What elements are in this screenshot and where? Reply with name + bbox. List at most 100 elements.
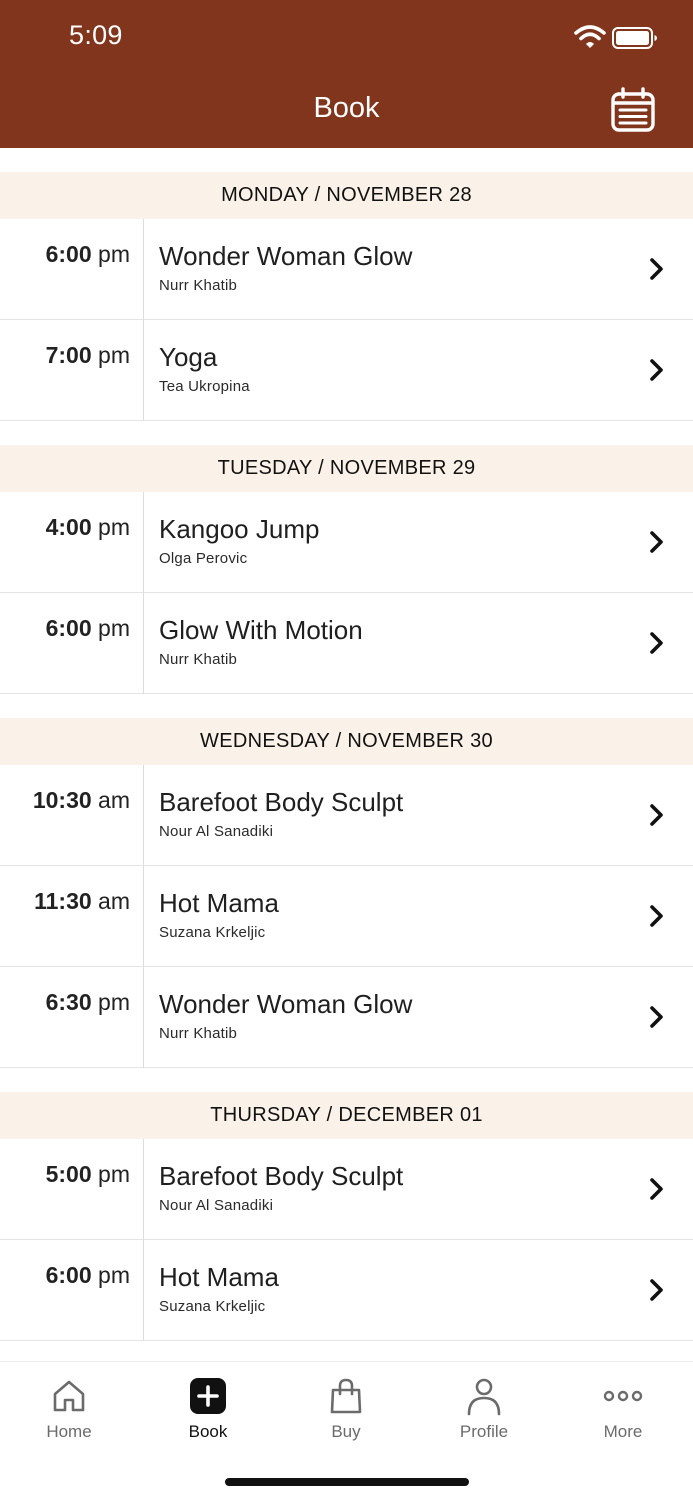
class-time-value: 11:30	[34, 888, 92, 914]
class-time-value: 6:00	[45, 1262, 92, 1288]
class-time-period: pm	[98, 514, 130, 540]
class-name: Hot Mama	[159, 1262, 279, 1292]
tab-label: Book	[188, 1422, 228, 1441]
plus-square-icon	[188, 1376, 228, 1416]
instructor-name: Nurr Khatib	[159, 1025, 238, 1042]
class-row[interactable]: 6:00 pm Wonder Woman Glow Nurr Khatib	[0, 219, 693, 320]
class-row[interactable]: 6:30 pm Wonder Woman Glow Nurr Khatib	[0, 967, 693, 1068]
class-name: Yoga	[159, 342, 218, 372]
class-row[interactable]: 4:00 pm Kangoo Jump Olga Perovic	[0, 492, 693, 593]
class-time: 6:00 pm	[0, 615, 130, 642]
class-time-period: am	[98, 888, 130, 914]
class-row[interactable]: 6:00 pm Glow With Motion Nurr Khatib	[0, 593, 693, 694]
instructor-name: Suzana Krkeljic	[159, 924, 266, 941]
row-divider	[143, 765, 144, 866]
class-row[interactable]: 6:00 pm Hot Mama Suzana Krkeljic	[0, 1240, 693, 1341]
chevron-right-icon	[650, 359, 663, 381]
day-section: WEDNESDAY / NOVEMBER 30 10:30 am Barefoot …	[0, 694, 693, 1068]
day-section: MONDAY / NOVEMBER 28 6:00 pm Wonder Woman …	[0, 148, 693, 421]
chevron-right-icon	[650, 905, 663, 927]
chevron-right-icon	[650, 632, 663, 654]
class-time: 5:00 pm	[0, 1161, 130, 1188]
shopping-bag-icon	[326, 1376, 366, 1416]
more-dots-icon	[603, 1376, 643, 1416]
chevron-right-icon	[650, 258, 663, 280]
class-row[interactable]: 7:00 pm Yoga Tea Ukropina	[0, 320, 693, 421]
chevron-right-icon	[650, 1279, 663, 1301]
class-name: Kangoo Jump	[159, 514, 320, 544]
instructor-name: Nour Al Sanadiki	[159, 823, 274, 840]
class-row[interactable]: 10:30 am Barefoot Body Sculpt Nour Al Sana…	[0, 765, 693, 866]
class-time-value: 10:30	[32, 787, 92, 813]
tab-label: Home	[46, 1422, 92, 1441]
instructor-name: Olga Perovic	[159, 550, 248, 567]
row-divider	[143, 967, 144, 1068]
instructor-name: Nurr Khatib	[159, 277, 238, 294]
class-time-value: 7:00	[45, 342, 92, 368]
class-time-period: pm	[98, 989, 130, 1015]
instructor-name: Tea Ukropina	[159, 378, 250, 395]
home-icon	[49, 1376, 89, 1416]
row-divider	[143, 320, 144, 421]
day-header: MONDAY / NOVEMBER 28	[0, 172, 693, 219]
class-time-period: am	[98, 787, 130, 813]
instructor-name: Suzana Krkeljic	[159, 1298, 266, 1315]
tab-label: More	[603, 1422, 643, 1441]
row-divider	[143, 1240, 144, 1341]
class-name: Wonder Woman Glow	[159, 989, 413, 1019]
class-time-value: 5:00	[45, 1161, 92, 1187]
class-time-period: pm	[98, 1161, 130, 1187]
day-section: TUESDAY / NOVEMBER 29 4:00 pm Kangoo Jump O…	[0, 421, 693, 694]
page-title: Book	[313, 92, 380, 124]
class-time-value: 6:00	[45, 241, 92, 267]
calendar-icon	[611, 87, 655, 132]
class-name: Wonder Woman Glow	[159, 241, 413, 271]
tab-more[interactable]: More	[554, 1362, 692, 1462]
class-time-value: 6:30	[45, 989, 92, 1015]
row-divider	[143, 219, 144, 320]
app-header: 5:09 Book	[0, 0, 693, 148]
day-section: THURSDAY / DECEMBER 01 5:00 pm Barefoot Bo…	[0, 1068, 693, 1341]
row-divider	[143, 593, 144, 694]
chevron-right-icon	[650, 531, 663, 553]
tab-label: Profile	[459, 1422, 509, 1441]
calendar-button[interactable]	[606, 86, 658, 136]
class-time: 10:30 am	[0, 787, 130, 814]
class-time: 6:00 pm	[0, 241, 130, 268]
row-divider	[143, 492, 144, 593]
tab-home[interactable]: Home	[0, 1362, 138, 1462]
class-time-period: pm	[98, 241, 130, 267]
class-time-value: 4:00	[45, 514, 92, 540]
tab-profile[interactable]: Profile	[415, 1362, 553, 1462]
class-name: Glow With Motion	[159, 615, 363, 645]
class-time: 7:00 pm	[0, 342, 130, 369]
chevron-right-icon	[650, 1006, 663, 1028]
chevron-right-icon	[650, 804, 663, 826]
battery-icon	[612, 27, 657, 49]
home-indicator	[225, 1478, 469, 1486]
chevron-right-icon	[650, 1178, 663, 1200]
tab-buy[interactable]: Buy	[277, 1362, 415, 1462]
wifi-icon	[574, 25, 606, 48]
class-time: 4:00 pm	[0, 514, 130, 541]
instructor-name: Nour Al Sanadiki	[159, 1197, 274, 1214]
row-divider	[143, 866, 144, 967]
class-name: Barefoot Body Sculpt	[159, 787, 404, 817]
class-time-period: pm	[98, 615, 130, 641]
day-header: TUESDAY / NOVEMBER 29	[0, 445, 693, 492]
row-divider	[143, 1139, 144, 1240]
day-header: THURSDAY / DECEMBER 01	[0, 1092, 693, 1139]
class-row[interactable]: 5:00 pm Barefoot Body Sculpt Nour Al Sanad…	[0, 1139, 693, 1240]
instructor-name: Nurr Khatib	[159, 651, 238, 668]
class-time-period: pm	[98, 342, 130, 368]
class-row[interactable]: 11:30 am Hot Mama Suzana Krkeljic	[0, 866, 693, 967]
class-name: Hot Mama	[159, 888, 279, 918]
class-time: 11:30 am	[0, 888, 130, 915]
class-schedule-list[interactable]: MONDAY / NOVEMBER 28 6:00 pm Wonder Woman …	[0, 148, 693, 1361]
tab-label: Buy	[331, 1422, 361, 1441]
tab-book[interactable]: Book	[139, 1362, 277, 1462]
day-header: WEDNESDAY / NOVEMBER 30	[0, 718, 693, 765]
class-time-value: 6:00	[45, 615, 92, 641]
class-time-period: pm	[98, 1262, 130, 1288]
person-icon	[464, 1376, 504, 1416]
